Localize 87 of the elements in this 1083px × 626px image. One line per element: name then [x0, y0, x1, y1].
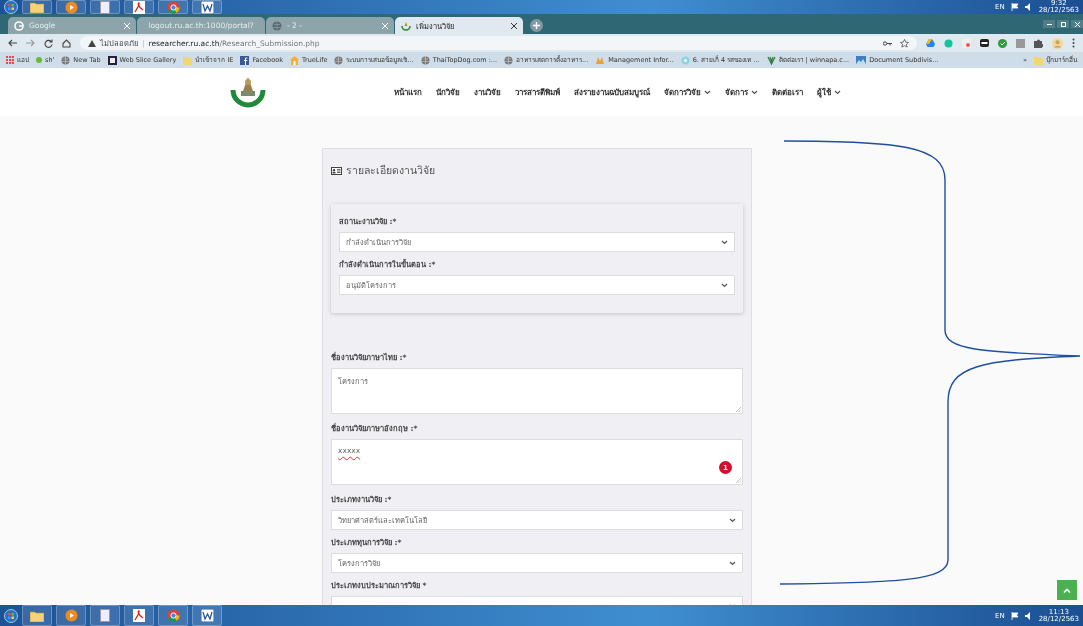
taskbar-button[interactable] [192, 605, 222, 626]
emblem-icon [401, 20, 411, 31]
flower-icon [680, 55, 690, 65]
taskbar-button[interactable] [90, 0, 120, 14]
house-icon [289, 55, 299, 65]
new-tab-button[interactable] [530, 19, 543, 32]
speaker-icon[interactable] [1024, 3, 1033, 11]
nav-link[interactable]: จัดการวิจัย [664, 85, 711, 99]
key-icon[interactable] [883, 40, 892, 46]
browser-icon[interactable] [166, 0, 180, 14]
flag-icon[interactable] [1010, 611, 1019, 620]
nav-link[interactable]: หน้าแรก [394, 85, 422, 99]
plus-icon [533, 22, 540, 29]
square-f-icon [240, 55, 250, 65]
form-title: รายละเอียดงานวิจัย [346, 163, 435, 178]
taskbar-button[interactable] [158, 0, 188, 14]
taskbar-button[interactable] [22, 0, 52, 14]
nav-link[interactable]: วารสารตีพิมพ์ [515, 85, 560, 99]
square-icon[interactable] [1016, 38, 1025, 48]
play-icon[interactable] [64, 0, 78, 14]
restore-button[interactable] [1057, 20, 1069, 28]
menu-icon[interactable] [1072, 38, 1075, 48]
leaf-icon [766, 55, 776, 65]
restore-icon [1060, 21, 1066, 27]
taskbar-button[interactable] [158, 605, 188, 626]
check-circle-icon[interactable] [998, 38, 1007, 48]
back-icon[interactable] [8, 39, 17, 47]
chevron-down-icon [704, 89, 711, 95]
reload-icon[interactable] [44, 38, 53, 48]
chevron-down-icon [729, 517, 736, 523]
speaker-icon[interactable] [1024, 611, 1033, 620]
g-logo-icon [14, 20, 24, 31]
taskbar-button[interactable] [192, 0, 222, 14]
nav-link[interactable]: นักวิจัย [436, 85, 460, 99]
scroll-top-button[interactable] [1057, 580, 1077, 600]
globe-icon [504, 55, 514, 65]
resize-grip-icon [736, 407, 741, 412]
dot-icon [36, 57, 42, 63]
taskbar-button[interactable] [124, 605, 154, 626]
document-icon[interactable] [200, 609, 214, 622]
flag-icon[interactable] [1010, 3, 1019, 11]
home-icon[interactable] [62, 38, 71, 48]
taskbar-button[interactable] [56, 0, 86, 14]
hands-icon [595, 55, 606, 65]
nav-link[interactable]: ส่งรายงานฉบับสมบูรณ์ [574, 85, 650, 99]
chevron-down-icon [751, 89, 758, 95]
close-button[interactable] [1071, 20, 1083, 28]
start-orb-icon[interactable] [4, 608, 18, 623]
taskbar-button[interactable] [124, 0, 154, 14]
folder-icon [183, 55, 193, 65]
folder-icon [1034, 55, 1043, 65]
resize-grip-icon [736, 478, 741, 483]
star-icon[interactable] [900, 38, 909, 48]
taskbar-button[interactable] [90, 605, 120, 626]
chevron-down-icon [729, 560, 736, 566]
document-icon[interactable] [200, 0, 214, 14]
play-icon[interactable] [64, 609, 78, 622]
taskbar-button[interactable] [22, 605, 52, 626]
folder-icon[interactable] [30, 609, 44, 622]
close-icon [1074, 21, 1080, 27]
forward-icon[interactable] [26, 39, 35, 47]
caret-up-icon [1063, 587, 1071, 593]
nav-link[interactable]: ติดต่อเรา [772, 85, 803, 99]
id-card-icon [331, 166, 342, 175]
warning-icon [88, 39, 96, 47]
globe-icon [61, 55, 71, 65]
pdf-icon[interactable] [133, 0, 145, 14]
chevron-down-icon [721, 239, 728, 245]
minimize-button[interactable] [1043, 20, 1055, 28]
nav-link[interactable]: ผู้ใช้ [817, 85, 841, 99]
nav-link[interactable]: จัดการ [725, 85, 758, 99]
browser-icon[interactable] [166, 609, 180, 622]
apps-grid-icon [6, 56, 14, 64]
globe-icon [334, 55, 344, 65]
globe-icon [420, 55, 430, 65]
chevron-down-icon [834, 89, 841, 95]
image-icon [856, 56, 867, 64]
chevron-down-icon [721, 282, 728, 288]
tile-icon [107, 55, 117, 65]
close-icon[interactable] [511, 22, 517, 29]
minimize-icon [1046, 23, 1052, 25]
globe-icon [272, 20, 282, 31]
triangle-icon[interactable] [926, 39, 935, 47]
pdf-icon[interactable] [133, 609, 145, 622]
start-orb-icon[interactable] [4, 0, 18, 14]
puzzle-icon[interactable] [1034, 38, 1043, 48]
nav-link[interactable]: งานวิจัย [474, 85, 501, 99]
